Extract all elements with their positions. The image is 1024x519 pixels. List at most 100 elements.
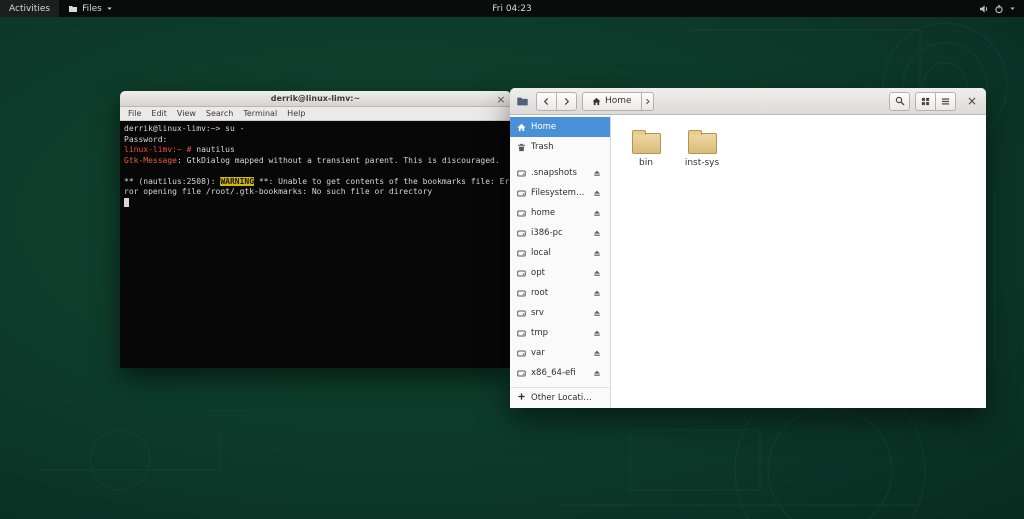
sidebar-item-volume-opt[interactable]: opt [510, 263, 610, 283]
eject-button[interactable] [591, 347, 603, 359]
terminal-window: derrik@linux-limv:~ × File Edit View Sea… [120, 91, 511, 368]
drive-icon [517, 309, 526, 318]
files-content-area[interactable]: bin inst-sys [611, 115, 986, 408]
eject-button[interactable] [591, 287, 603, 299]
sidebar-item-volume-local[interactable]: local [510, 243, 610, 263]
chevron-down-icon [1009, 5, 1016, 12]
eject-button[interactable] [591, 327, 603, 339]
eject-button[interactable] [591, 307, 603, 319]
menu-edit[interactable]: Edit [146, 107, 172, 120]
search-icon [895, 96, 905, 106]
grid-view-button[interactable] [915, 92, 936, 111]
top-bar: Activities Files Fri 04:23 [0, 0, 1024, 17]
home-icon [592, 97, 601, 106]
path-button-home[interactable]: Home [582, 92, 642, 111]
path-expander-button[interactable] [641, 92, 654, 111]
drive-icon [517, 229, 526, 238]
files-app-icon [516, 94, 531, 109]
trash-icon [517, 143, 526, 152]
eject-button[interactable] [591, 167, 603, 179]
folder-icon [688, 133, 717, 154]
menu-search[interactable]: Search [201, 107, 238, 120]
chevron-right-icon [562, 97, 571, 106]
chevron-left-icon [542, 97, 551, 106]
terminal-line [124, 166, 507, 177]
folder-bin[interactable]: bin [623, 125, 669, 171]
terminal-line: ** (nautilus:2508): WARNING **: Unable t… [124, 177, 507, 188]
activities-button[interactable]: Activities [0, 0, 59, 17]
eject-button[interactable] [591, 247, 603, 259]
menu-file[interactable]: File [123, 107, 146, 120]
sidebar-item-volume-home[interactable]: home [510, 203, 610, 223]
sidebar-item-volume-root[interactable]: root [510, 283, 610, 303]
system-power-icon [994, 4, 1004, 14]
plus-icon [517, 392, 526, 404]
home-icon [517, 123, 526, 132]
terminal-cursor [124, 198, 129, 207]
sidebar-item-home[interactable]: Home [510, 117, 610, 137]
eject-icon [593, 169, 601, 177]
eject-icon [593, 229, 601, 237]
terminal-titlebar[interactable]: derrik@linux-limv:~ × [120, 91, 511, 107]
terminal-line: derrik@linux-limv:~> su - [124, 124, 507, 135]
terminal-line: Gtk-Message: GtkDialog mapped without a … [124, 156, 507, 167]
sidebar-item-volume-filesystem-root[interactable]: Filesystem r… [510, 183, 610, 203]
activities-label: Activities [9, 4, 50, 14]
forward-button[interactable] [556, 92, 577, 111]
eject-button[interactable] [591, 207, 603, 219]
drive-icon [517, 369, 526, 378]
eject-icon [593, 189, 601, 197]
sidebar-item-volume-tmp[interactable]: tmp [510, 323, 610, 343]
terminal-screen[interactable]: derrik@linux-limv:~> su - Password: linu… [120, 121, 511, 368]
menu-help[interactable]: Help [282, 107, 310, 120]
eject-icon [593, 249, 601, 257]
sidebar-item-volume-i386-pc[interactable]: i386-pc [510, 223, 610, 243]
chevron-down-icon [106, 5, 113, 12]
files-sidebar: Home Trash .snapshots Filesystem r… home [510, 115, 611, 408]
sidebar-item-volume-srv[interactable]: srv [510, 303, 610, 323]
navigation-buttons [536, 92, 577, 111]
menu-terminal[interactable]: Terminal [238, 107, 282, 120]
eject-icon [593, 369, 601, 377]
terminal-window-title: derrik@linux-limv:~ [120, 94, 511, 103]
eject-icon [593, 329, 601, 337]
sidebar-item-volume-x86-64-efi[interactable]: x86_64-efi [510, 363, 610, 383]
drive-icon [517, 189, 526, 198]
chevron-right-icon [644, 98, 651, 105]
terminal-line: linux-limv:~ # nautilus [124, 145, 507, 156]
files-close-button[interactable]: × [964, 93, 980, 109]
grid-view-icon [921, 97, 930, 106]
folder-icon [632, 133, 661, 154]
files-headerbar[interactable]: Home × [510, 88, 986, 115]
files-window: Home × Home Tras [510, 88, 986, 408]
terminal-close-button[interactable]: × [494, 92, 508, 106]
eject-icon [593, 289, 601, 297]
system-status-area[interactable] [971, 0, 1024, 17]
list-view-button[interactable] [935, 92, 956, 111]
clock[interactable]: Fri 04:23 [484, 0, 540, 17]
eject-button[interactable] [591, 227, 603, 239]
terminal-line [124, 198, 507, 210]
sidebar-item-volume-snapshots[interactable]: .snapshots [510, 163, 610, 183]
eject-button[interactable] [591, 367, 603, 379]
drive-icon [517, 169, 526, 178]
search-button[interactable] [889, 92, 910, 111]
files-body: Home Trash .snapshots Filesystem r… home [510, 115, 986, 408]
back-button[interactable] [536, 92, 557, 111]
drive-icon [517, 349, 526, 358]
path-bar: Home [582, 92, 654, 111]
menu-view[interactable]: View [172, 107, 201, 120]
app-menu-files[interactable]: Files [59, 0, 122, 17]
sidebar-item-trash[interactable]: Trash [510, 137, 610, 157]
eject-button[interactable] [591, 187, 603, 199]
sidebar-item-volume-var[interactable]: var [510, 343, 610, 363]
eject-icon [593, 349, 601, 357]
list-view-icon [941, 97, 950, 106]
eject-button[interactable] [591, 267, 603, 279]
terminal-line: Password: [124, 135, 507, 146]
drive-icon [517, 249, 526, 258]
eject-icon [593, 209, 601, 217]
sidebar-item-other-locations[interactable]: Other Locations [510, 387, 610, 408]
files-app-menu-icon [68, 4, 78, 14]
folder-inst-sys[interactable]: inst-sys [679, 125, 725, 171]
